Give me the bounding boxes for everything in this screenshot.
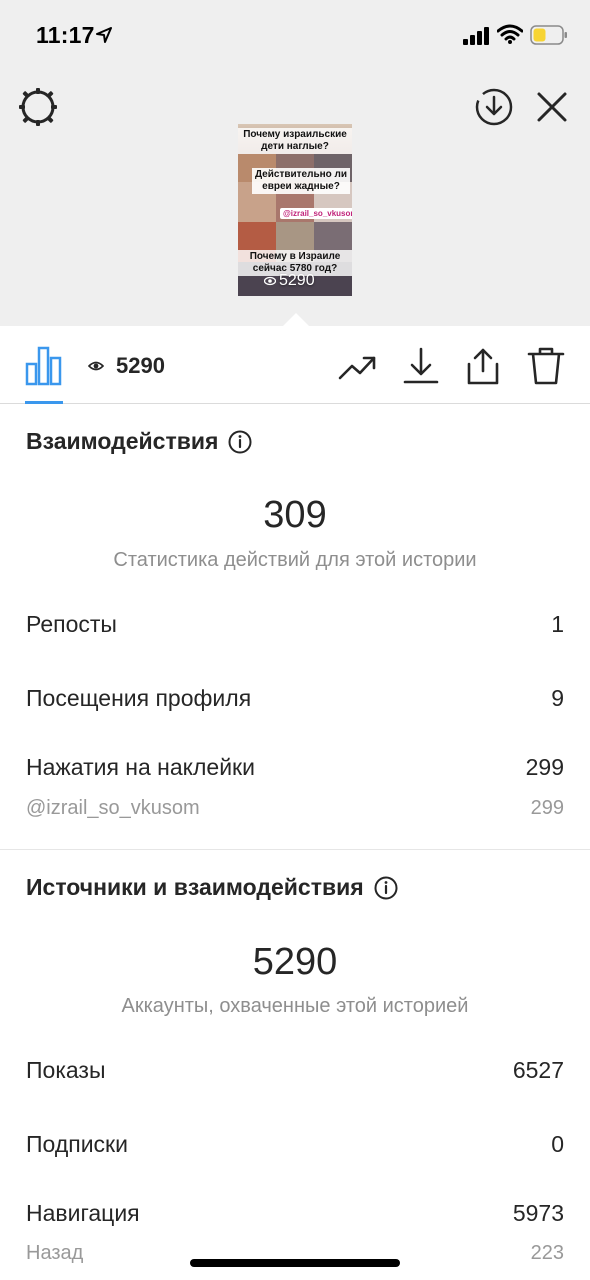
status-time: 11:17 (36, 22, 95, 48)
stat-label: Посещения профиля (26, 685, 252, 711)
location-arrow-icon (96, 27, 112, 43)
stat-value: 1 (551, 611, 564, 637)
discovery-total: 5290 (252, 941, 338, 983)
stat-label: Нажатия на наклейки (26, 754, 255, 780)
selection-pointer (283, 313, 309, 326)
stat-value: 9 (551, 685, 564, 711)
info-icon[interactable] (374, 876, 398, 900)
stats-icon[interactable] (22, 346, 64, 386)
stat-label: Навигация (26, 1200, 140, 1226)
stat-value: 299 (530, 797, 564, 819)
interactions-total: 309 (263, 494, 327, 536)
close-icon[interactable] (534, 89, 570, 125)
stat-row-reposts: Репосты 1 (26, 611, 564, 638)
section-divider (0, 849, 590, 850)
story-caption-1: Почему израильские дети наглые? (238, 128, 352, 154)
info-icon[interactable] (228, 430, 252, 454)
wifi-icon (497, 24, 523, 44)
story-caption-2: Действительно ли евреи жадные? (252, 168, 350, 194)
story-mention-tag: @izrail_so_vkusom (280, 208, 352, 219)
toolbar-views: 5290 (88, 353, 165, 379)
stat-value: 0 (551, 1131, 564, 1157)
interactions-subtitle: Статистика действий для этой истории (113, 549, 477, 571)
settings-icon[interactable] (18, 87, 58, 127)
story-preview-area: 11:17 Почему израильские дети наглые? Де… (0, 0, 590, 326)
active-tab-indicator (25, 401, 63, 404)
stat-row-follows: Подписки 0 (26, 1131, 564, 1158)
views-count: 5290 (116, 353, 165, 378)
story-toolbar: 5290 (0, 326, 590, 404)
stat-label: @izrail_so_vkusom (26, 797, 200, 819)
stat-label: Назад (26, 1242, 84, 1264)
battery-icon (530, 25, 567, 45)
download-icon[interactable] (401, 346, 441, 386)
trend-icon[interactable] (338, 346, 378, 386)
stat-row-profile-visits: Посещения профиля 9 (26, 685, 564, 712)
stat-row-impressions: Показы 6527 (26, 1057, 564, 1084)
share-icon[interactable] (463, 346, 503, 386)
discovery-subtitle: Аккаунты, охваченные этой историей (121, 995, 469, 1017)
interactions-title: Взаимодействия (26, 428, 219, 454)
cellular-signal-icon (463, 27, 489, 45)
stat-label: Показы (26, 1057, 106, 1083)
stat-row-sticker-taps: Нажатия на наклейки 299 (26, 754, 564, 781)
stat-value: 5973 (512, 1200, 564, 1226)
home-indicator[interactable] (190, 1259, 400, 1267)
interactions-section-title: Взаимодействия (26, 428, 252, 455)
story-views-value: 5290 (279, 272, 315, 289)
status-bar: 11:17 (0, 0, 590, 70)
trash-icon[interactable] (526, 346, 566, 386)
discovery-title: Источники и взаимодействия (26, 874, 364, 900)
story-view-count: 5290 (264, 272, 315, 290)
stat-value: 299 (525, 754, 564, 780)
story-thumbnail[interactable]: Почему израильские дети наглые? Действит… (238, 124, 352, 296)
stat-value: 6527 (512, 1057, 564, 1083)
stat-label: Подписки (26, 1131, 128, 1157)
eye-icon (264, 276, 276, 286)
stat-value: 223 (530, 1242, 564, 1264)
discovery-section-title: Источники и взаимодействия (26, 874, 398, 901)
eye-icon (88, 361, 104, 371)
save-download-icon[interactable] (474, 87, 514, 127)
stat-label: Репосты (26, 611, 117, 637)
stat-row-navigation: Навигация 5973 (26, 1200, 564, 1227)
stat-row-sticker-mention: @izrail_so_vkusom 299 (26, 797, 564, 820)
